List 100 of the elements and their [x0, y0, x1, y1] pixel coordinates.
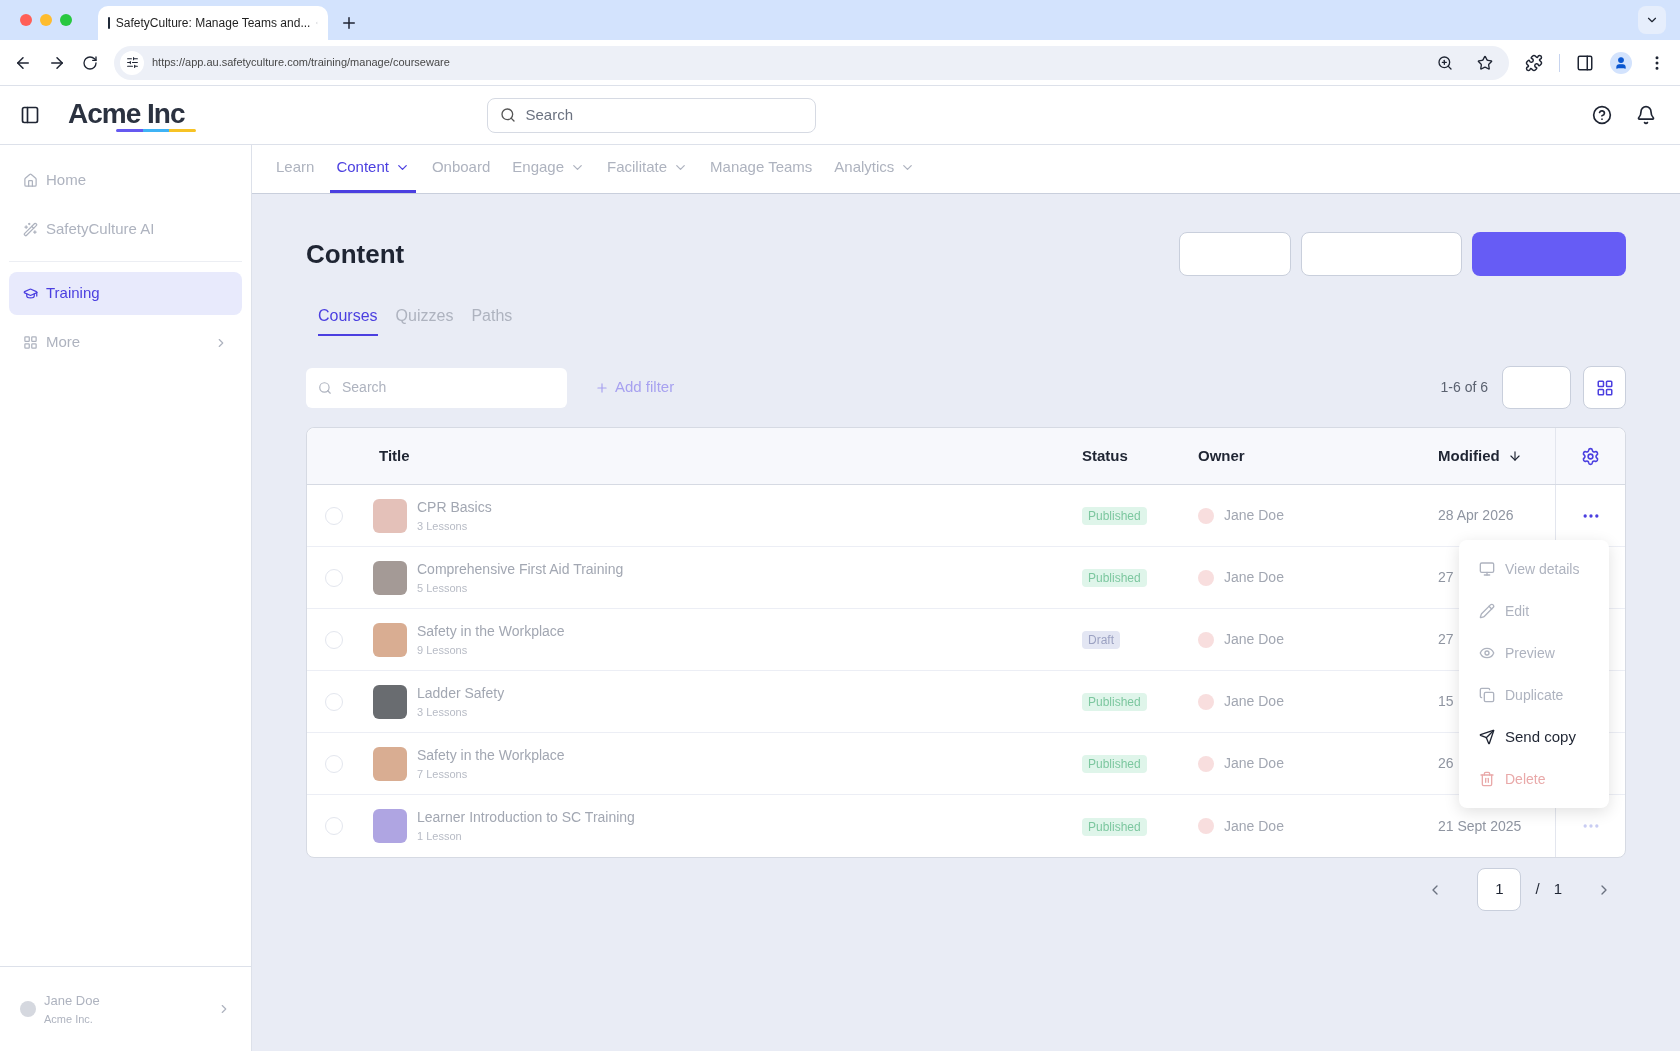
total-pages: 1	[1553, 879, 1562, 900]
modified-date: 27	[1438, 569, 1454, 585]
status-badge: Published	[1082, 507, 1147, 525]
owner-avatar	[1198, 569, 1214, 586]
reload-icon[interactable]	[82, 54, 98, 71]
course-thumbnail	[373, 684, 407, 719]
menu-item[interactable]: Send copy	[1459, 716, 1609, 758]
tab-title: SafetyCulture: Manage Teams and...	[115, 15, 311, 32]
search-field[interactable]: Search	[306, 367, 567, 408]
status-badge: Draft	[1082, 631, 1120, 649]
course-thumbnail	[373, 746, 407, 781]
lesson-count: 5 Lessons	[417, 580, 469, 596]
notifications-icon[interactable]	[1636, 105, 1656, 125]
course-thumbnail	[373, 622, 407, 657]
graduation-cap-icon	[23, 286, 38, 301]
nav-tab[interactable]: Manage Teams	[704, 145, 819, 193]
modified-date: 28 Apr 2026	[1438, 507, 1514, 523]
sub-tab[interactable]: Paths	[471, 304, 513, 336]
owner-name: Jane Doe	[1224, 692, 1284, 711]
row-checkbox[interactable]	[325, 754, 343, 773]
lesson-count: 3 Lessons	[417, 704, 469, 720]
course-title: CPR Basics	[417, 497, 493, 517]
owner-avatar	[1198, 693, 1214, 710]
lesson-count: 7 Lessons	[417, 766, 469, 782]
side-panel-icon[interactable]	[1576, 53, 1594, 72]
owner-name: Jane Doe	[1224, 816, 1284, 836]
lesson-count: 3 Lessons	[417, 518, 469, 534]
close-window-icon[interactable]	[20, 14, 32, 26]
sidebar-item[interactable]: More	[9, 321, 242, 364]
sidebar-toggle-icon[interactable]	[20, 105, 40, 125]
sub-tab[interactable]: Courses	[318, 304, 378, 336]
bookmark-star-icon[interactable]	[1477, 54, 1493, 71]
sidebar-item[interactable]: Home	[9, 159, 242, 202]
row-checkbox[interactable]	[325, 817, 343, 835]
user-org: Acme Inc.	[44, 1011, 94, 1027]
page-title: Content	[306, 237, 406, 271]
extensions-icon[interactable]	[1525, 53, 1543, 72]
search-icon	[499, 107, 516, 123]
column-header: Title	[379, 445, 411, 466]
trash-icon	[1479, 771, 1495, 787]
magic-wand-icon	[23, 222, 38, 237]
search-field[interactable]: Search	[486, 97, 816, 133]
menu-item[interactable]: View details	[1459, 548, 1609, 590]
help-icon[interactable]	[1592, 105, 1612, 125]
settings-icon[interactable]	[1581, 446, 1600, 466]
modified-date: 15	[1438, 693, 1454, 709]
owner-avatar	[1198, 755, 1214, 772]
grid-icon	[23, 335, 38, 350]
address-bar[interactable]: https://app.au.safetyculture.com/training/manage/courseware	[114, 45, 1509, 80]
nav-tab[interactable]: Onboard	[425, 145, 497, 193]
result-count: 1-6 of 6	[1440, 378, 1488, 397]
eye-icon	[1479, 645, 1495, 661]
modified-date: 27	[1438, 631, 1454, 647]
nav-tab[interactable]: Content	[330, 145, 416, 193]
menu-item[interactable]: Delete	[1459, 758, 1609, 800]
owner-name: Jane Doe	[1224, 506, 1284, 525]
lesson-count: 1 Lesson	[417, 829, 463, 845]
owner-name: Jane Doe	[1224, 754, 1284, 773]
menu-item[interactable]: Duplicate	[1459, 674, 1609, 716]
course-thumbnail	[373, 809, 407, 843]
status-badge: Published	[1082, 569, 1147, 587]
search-icon	[318, 380, 332, 395]
lesson-count: 9 Lessons	[417, 642, 469, 658]
menu-item[interactable]: Edit	[1459, 590, 1609, 632]
owner-avatar	[1198, 631, 1214, 648]
row-checkbox[interactable]	[325, 692, 343, 711]
new-tab-icon[interactable]	[340, 14, 358, 32]
course-thumbnail	[373, 560, 407, 595]
row-checkbox[interactable]	[325, 568, 343, 587]
menu-item[interactable]: Preview	[1459, 632, 1609, 674]
grid-icon	[1595, 378, 1614, 397]
nav-tab[interactable]: Analytics	[828, 145, 922, 193]
site-settings-icon[interactable]	[125, 56, 139, 69]
owner-avatar	[1198, 818, 1214, 834]
status-badge: Published	[1082, 817, 1147, 836]
course-title: Safety in the Workplace	[417, 621, 566, 641]
column-header: Owner	[1198, 446, 1245, 464]
column-header[interactable]: Modified	[1438, 444, 1500, 468]
sidebar-item[interactable]: SafetyCulture AI	[9, 208, 242, 251]
browser-tab[interactable]: SafetyCulture: Manage Teams and...	[98, 6, 328, 40]
zoom-icon[interactable]	[1437, 54, 1453, 71]
nav-tab[interactable]: Engage	[506, 145, 591, 193]
sidebar-item[interactable]: Training	[9, 272, 242, 315]
page-input[interactable]: 1	[1477, 868, 1522, 911]
sub-tab[interactable]: Quizzes	[395, 304, 454, 336]
status-badge: Published	[1082, 755, 1147, 773]
add-filter-link[interactable]: Add filter	[595, 376, 675, 399]
user-avatar	[20, 1001, 36, 1017]
column-header: Status	[1082, 446, 1128, 464]
profile-avatar[interactable]	[1610, 51, 1632, 74]
row-checkbox[interactable]	[325, 630, 343, 649]
owner-avatar	[1198, 507, 1214, 524]
course-title: Comprehensive First Aid Training	[417, 559, 625, 579]
user-name: Jane Doe	[44, 992, 101, 1010]
row-checkbox[interactable]	[325, 506, 343, 525]
nav-tab[interactable]: Facilitate	[601, 145, 695, 193]
modified-date: 21 Sept 2025	[1438, 817, 1522, 834]
plus-icon	[595, 380, 609, 395]
nav-tab[interactable]: Learn	[270, 145, 321, 193]
grid-view-button[interactable]	[1583, 366, 1626, 409]
